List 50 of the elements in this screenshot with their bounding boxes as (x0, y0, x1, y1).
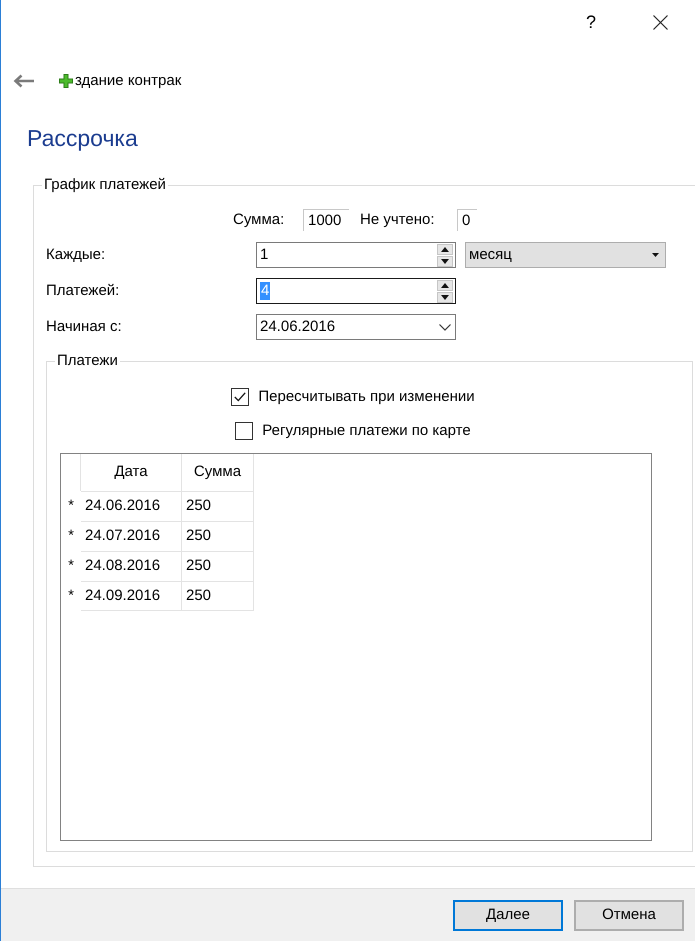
group-legend: Платежи (55, 351, 120, 371)
sum-value-field: 1000 (303, 209, 349, 231)
spin-down-button[interactable] (437, 292, 453, 302)
back-button[interactable] (13, 74, 35, 88)
table-cell: 24.06.2016 (81, 491, 182, 521)
spin-down-button[interactable] (437, 256, 453, 266)
spin-up-button[interactable] (437, 244, 453, 254)
header-title: здание контрак (75, 70, 182, 91)
row-marker: * (67, 556, 75, 576)
table-cell: 24.07.2016 (81, 521, 182, 551)
field-label: Начиная с: (46, 316, 123, 337)
close-icon (652, 15, 668, 30)
table-cell: 250 (182, 521, 254, 551)
checkbox-label[interactable]: Пересчитывать при изменении (258, 386, 475, 408)
table-cell: 24.08.2016 (81, 551, 182, 581)
help-button[interactable]: ? (576, 8, 606, 38)
down-triangle-icon (441, 258, 449, 264)
unaccounted-value-field: 0 (457, 209, 477, 231)
column-header[interactable]: Дата (81, 454, 182, 491)
up-triangle-icon (441, 282, 449, 288)
up-triangle-icon (441, 246, 449, 252)
check-icon (234, 392, 246, 402)
down-triangle-icon (441, 294, 449, 300)
field-label: Платежей: (46, 280, 120, 301)
caret-down-icon (652, 253, 659, 257)
date-picker-field[interactable]: 24.06.2016 (256, 314, 456, 340)
row-marker: * (67, 586, 75, 606)
back-arrow-icon (13, 74, 35, 88)
unaccounted-label: Не учтено: (360, 210, 436, 230)
number-input-field[interactable]: 1 (256, 242, 456, 268)
checkbox[interactable] (235, 422, 254, 440)
field-label: Каждые: (46, 244, 106, 265)
spin-up-button[interactable] (437, 280, 453, 290)
group-legend: График платежей (42, 175, 168, 195)
table-cell: 250 (182, 491, 254, 521)
sum-label: Сумма: (233, 210, 286, 230)
next-button[interactable]: Далее (453, 900, 563, 930)
plus-icon (59, 74, 73, 88)
chevron-down-icon (439, 324, 451, 330)
row-marker: * (67, 526, 75, 546)
cancel-button[interactable]: Отмена (574, 900, 684, 930)
unit-dropdown[interactable]: месяц (465, 242, 666, 268)
checkbox-label[interactable]: Регулярные платежи по карте (262, 420, 471, 442)
table-cell: 24.09.2016 (81, 581, 182, 611)
checkbox[interactable] (231, 388, 250, 406)
table-cell: 250 (182, 551, 254, 581)
column-header[interactable]: Сумма (182, 454, 254, 491)
table-cell: 250 (182, 581, 254, 611)
page-title: Рассрочка (26, 124, 139, 153)
row-marker: * (67, 496, 75, 516)
